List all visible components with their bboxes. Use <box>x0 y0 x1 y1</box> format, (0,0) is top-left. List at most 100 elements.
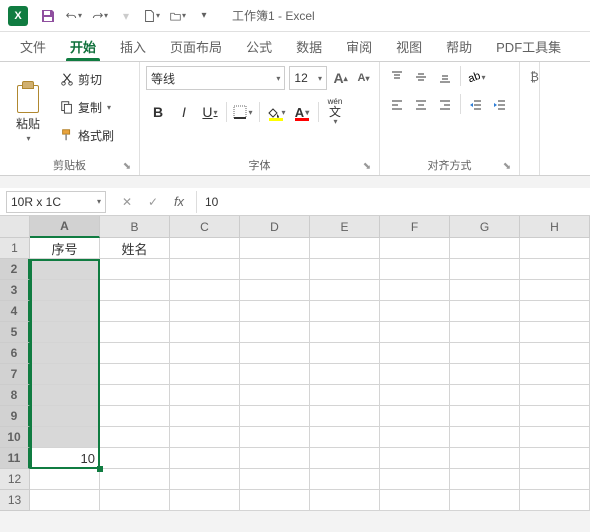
row-header[interactable]: 8 <box>0 385 30 406</box>
cell[interactable] <box>310 427 380 448</box>
decrease-indent-icon[interactable] <box>465 94 487 116</box>
cell[interactable] <box>450 427 520 448</box>
tab-insert[interactable]: 插入 <box>108 32 158 61</box>
align-middle-icon[interactable] <box>410 66 432 88</box>
row-header[interactable]: 6 <box>0 343 30 364</box>
cell[interactable] <box>520 427 590 448</box>
decrease-font-icon[interactable]: A▾ <box>354 66 373 90</box>
row-header[interactable]: 11 <box>0 448 30 469</box>
cell[interactable] <box>30 322 100 343</box>
cell[interactable] <box>450 259 520 280</box>
bold-button[interactable]: B <box>146 100 170 124</box>
paste-button[interactable]: 粘贴 ▾ <box>6 66 50 157</box>
cell[interactable] <box>100 490 170 511</box>
cell[interactable] <box>100 406 170 427</box>
cell[interactable] <box>520 301 590 322</box>
tab-file[interactable]: 文件 <box>8 32 58 61</box>
cell[interactable] <box>520 259 590 280</box>
enter-icon[interactable]: ✓ <box>140 191 166 213</box>
cell[interactable] <box>100 427 170 448</box>
cell[interactable] <box>450 385 520 406</box>
col-header-A[interactable]: A <box>30 216 100 238</box>
cell[interactable] <box>450 469 520 490</box>
increase-indent-icon[interactable] <box>489 94 511 116</box>
italic-button[interactable]: I <box>172 100 196 124</box>
copy-button[interactable]: 复制▾ <box>54 94 120 120</box>
cell[interactable] <box>520 385 590 406</box>
cell[interactable] <box>310 343 380 364</box>
cell[interactable] <box>170 385 240 406</box>
cell[interactable] <box>380 448 450 469</box>
cell[interactable]: 姓名 <box>100 238 170 259</box>
cell[interactable] <box>450 448 520 469</box>
cell[interactable] <box>30 385 100 406</box>
cell[interactable] <box>170 469 240 490</box>
cell[interactable] <box>520 238 590 259</box>
formula-input[interactable]: 10 <box>196 191 590 213</box>
tab-pdf[interactable]: PDF工具集 <box>484 32 573 61</box>
cell[interactable] <box>450 406 520 427</box>
cell[interactable] <box>170 238 240 259</box>
cell[interactable] <box>380 490 450 511</box>
cell[interactable] <box>30 301 100 322</box>
underline-button[interactable]: U▾ <box>198 100 222 124</box>
cell[interactable] <box>100 469 170 490</box>
cell[interactable] <box>450 280 520 301</box>
redo-icon[interactable]: ▾ <box>92 8 108 24</box>
cell[interactable] <box>30 427 100 448</box>
cell[interactable] <box>30 469 100 490</box>
cell[interactable] <box>450 322 520 343</box>
tab-home[interactable]: 开始 <box>58 32 108 61</box>
grid-body[interactable]: 1序号姓名 2 3 4 5 6 7 8 9 10 1110 12 13 <box>0 238 590 511</box>
tab-formulas[interactable]: 公式 <box>234 32 284 61</box>
fx-icon[interactable]: fx <box>166 191 192 213</box>
row-header[interactable]: 7 <box>0 364 30 385</box>
undo-icon[interactable]: ▾ <box>66 8 82 24</box>
row-header[interactable]: 2 <box>0 259 30 280</box>
customize-qat-icon[interactable]: ▾ <box>196 8 212 24</box>
cell[interactable] <box>170 406 240 427</box>
launcher-icon[interactable]: ⬊ <box>501 161 513 173</box>
row-header[interactable]: 5 <box>0 322 30 343</box>
row-header[interactable]: 9 <box>0 406 30 427</box>
cell[interactable] <box>240 406 310 427</box>
cell[interactable] <box>520 280 590 301</box>
cell[interactable] <box>100 259 170 280</box>
cell[interactable] <box>100 301 170 322</box>
cell[interactable] <box>100 448 170 469</box>
fill-handle[interactable] <box>97 466 103 472</box>
cell[interactable] <box>310 322 380 343</box>
cell[interactable] <box>380 385 450 406</box>
cell[interactable] <box>170 364 240 385</box>
cell[interactable] <box>520 490 590 511</box>
align-bottom-icon[interactable] <box>434 66 456 88</box>
increase-font-icon[interactable]: A▴ <box>331 66 350 90</box>
cell[interactable] <box>240 238 310 259</box>
save-icon[interactable] <box>40 8 56 24</box>
cell[interactable] <box>240 280 310 301</box>
cell[interactable] <box>310 490 380 511</box>
cell[interactable] <box>240 322 310 343</box>
new-file-icon[interactable]: ▾ <box>144 8 160 24</box>
cell[interactable] <box>310 259 380 280</box>
cell[interactable] <box>30 280 100 301</box>
select-all-corner[interactable] <box>0 216 30 238</box>
orientation-icon[interactable]: ab▾ <box>465 66 487 88</box>
row-header[interactable]: 1 <box>0 238 30 259</box>
cell[interactable] <box>170 427 240 448</box>
cell[interactable] <box>30 406 100 427</box>
cell[interactable] <box>240 364 310 385</box>
cell[interactable] <box>310 238 380 259</box>
col-header-E[interactable]: E <box>310 216 380 238</box>
tab-layout[interactable]: 页面布局 <box>158 32 234 61</box>
cell[interactable] <box>30 343 100 364</box>
cell[interactable] <box>450 490 520 511</box>
cell[interactable] <box>170 280 240 301</box>
cell[interactable] <box>240 259 310 280</box>
open-folder-icon[interactable]: ▾ <box>170 8 186 24</box>
row-header[interactable]: 4 <box>0 301 30 322</box>
cell[interactable] <box>30 364 100 385</box>
phonetic-button[interactable]: wén文▾ <box>323 100 347 124</box>
cell[interactable] <box>450 238 520 259</box>
font-color-button[interactable]: A▾ <box>290 100 314 124</box>
